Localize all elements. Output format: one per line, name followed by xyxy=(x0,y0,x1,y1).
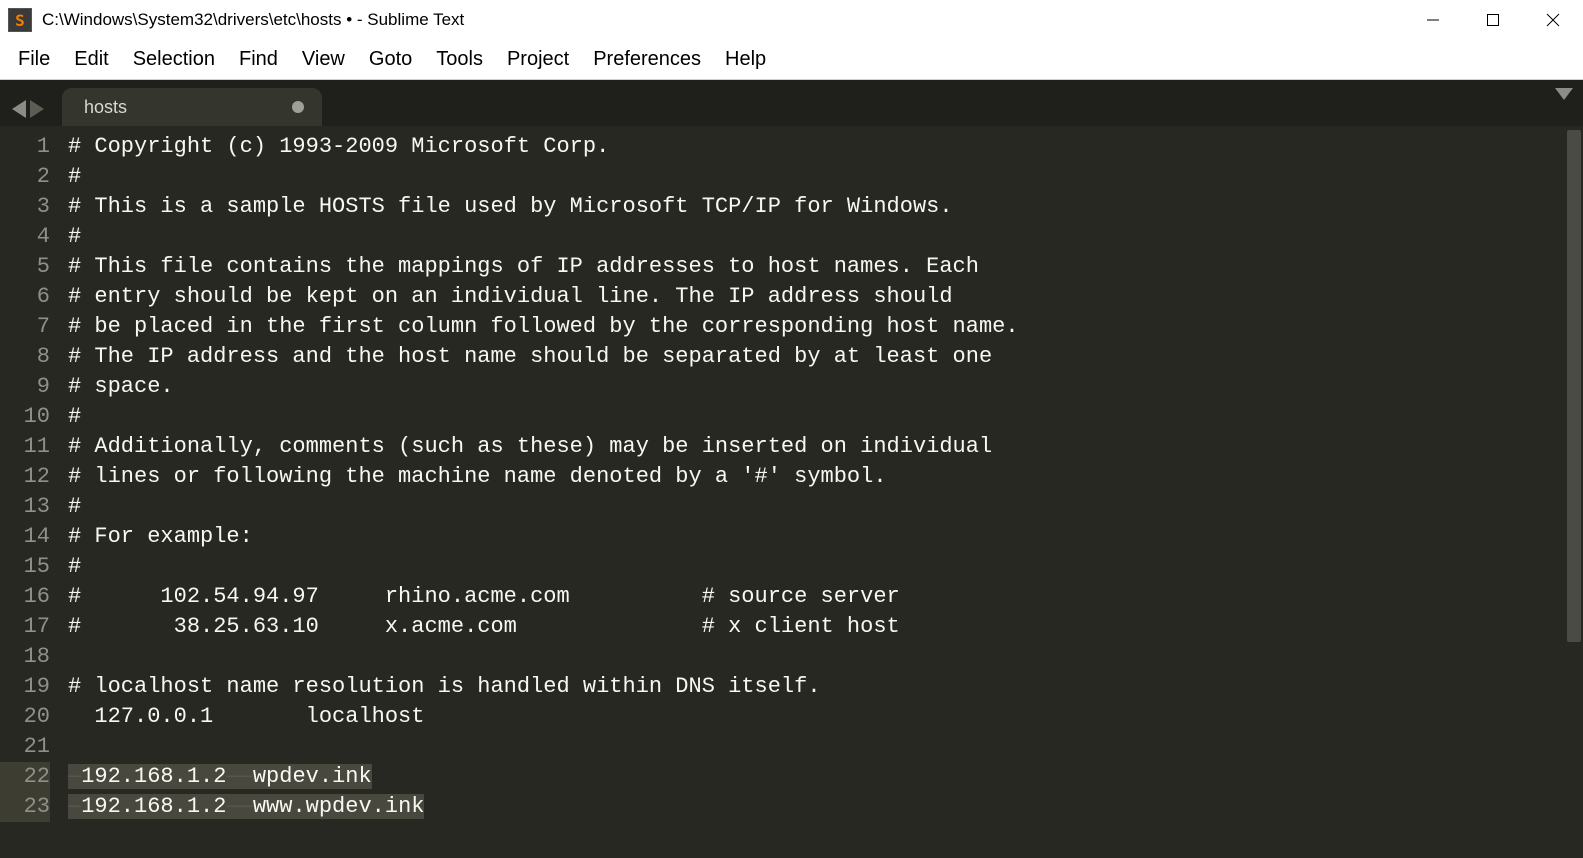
line-number: 7 xyxy=(0,312,50,342)
menu-item-find[interactable]: Find xyxy=(227,44,290,75)
close-button[interactable] xyxy=(1523,0,1583,40)
code-line[interactable]: # The IP address and the host name shoul… xyxy=(68,342,1583,372)
line-number: 16 xyxy=(0,582,50,612)
menu-bar: FileEditSelectionFindViewGotoToolsProjec… xyxy=(0,40,1583,80)
vertical-scrollbar[interactable] xyxy=(1565,126,1583,858)
app-icon: S xyxy=(8,8,32,32)
code-line[interactable]: # This file contains the mappings of IP … xyxy=(68,252,1583,282)
tab-nav-arrows xyxy=(6,100,54,126)
code-line[interactable]: # Copyright (c) 1993-2009 Microsoft Corp… xyxy=(68,132,1583,162)
menu-item-goto[interactable]: Goto xyxy=(357,44,424,75)
line-number: 13 xyxy=(0,492,50,522)
code-line[interactable]: # Additionally, comments (such as these)… xyxy=(68,432,1583,462)
code-line[interactable]: # xyxy=(68,552,1583,582)
tab-overflow-icon[interactable] xyxy=(1555,88,1573,100)
code-line[interactable]: # xyxy=(68,402,1583,432)
line-number: 2 xyxy=(0,162,50,192)
code-line[interactable]: # This is a sample HOSTS file used by Mi… xyxy=(68,192,1583,222)
code-line[interactable]: # space. xyxy=(68,372,1583,402)
maximize-button[interactable] xyxy=(1463,0,1523,40)
line-number: 8 xyxy=(0,342,50,372)
line-number: 17 xyxy=(0,612,50,642)
line-number: 23 xyxy=(0,792,50,822)
line-number: 14 xyxy=(0,522,50,552)
minimize-button[interactable] xyxy=(1403,0,1463,40)
line-number: 18 xyxy=(0,642,50,672)
code-area[interactable]: # Copyright (c) 1993-2009 Microsoft Corp… xyxy=(64,126,1583,858)
line-number: 11 xyxy=(0,432,50,462)
menu-item-tools[interactable]: Tools xyxy=(424,44,495,75)
menu-item-view[interactable]: View xyxy=(290,44,357,75)
tab-nav-next-icon[interactable] xyxy=(30,100,44,118)
code-line[interactable]: # xyxy=(68,492,1583,522)
line-number: 20 xyxy=(0,702,50,732)
window-title: C:\Windows\System32\drivers\etc\hosts • … xyxy=(42,10,464,30)
tab-label: hosts xyxy=(84,97,127,118)
code-line[interactable]: # xyxy=(68,222,1583,252)
code-line[interactable]: # 38.25.63.10 x.acme.com # x client host xyxy=(68,612,1583,642)
window-controls xyxy=(1403,0,1583,40)
menu-item-selection[interactable]: Selection xyxy=(121,44,227,75)
code-line[interactable] xyxy=(68,642,1583,672)
line-number: 19 xyxy=(0,672,50,702)
line-number: 22 xyxy=(0,762,50,792)
tab-strip: hosts xyxy=(0,80,1583,126)
line-number: 5 xyxy=(0,252,50,282)
editor-chrome: hosts 1234567891011121314151617181920212… xyxy=(0,80,1583,858)
code-line[interactable]: # entry should be kept on an individual … xyxy=(68,282,1583,312)
code-line[interactable]: 127.0.0.1 localhost xyxy=(68,702,1583,732)
line-number: 15 xyxy=(0,552,50,582)
code-editor[interactable]: 1234567891011121314151617181920212223 # … xyxy=(0,126,1583,858)
scrollbar-thumb[interactable] xyxy=(1567,130,1581,642)
line-number: 10 xyxy=(0,402,50,432)
tab-hosts[interactable]: hosts xyxy=(62,88,322,126)
code-line[interactable]: ―192.168.1.2――www.wpdev.ink xyxy=(68,792,1583,822)
code-line[interactable]: # be placed in the first column followed… xyxy=(68,312,1583,342)
line-number: 12 xyxy=(0,462,50,492)
code-line[interactable]: # lines or following the machine name de… xyxy=(68,462,1583,492)
code-line[interactable] xyxy=(68,732,1583,762)
menu-item-preferences[interactable]: Preferences xyxy=(581,44,713,75)
code-line[interactable]: # xyxy=(68,162,1583,192)
code-line[interactable]: # For example: xyxy=(68,522,1583,552)
window-titlebar: S C:\Windows\System32\drivers\etc\hosts … xyxy=(0,0,1583,40)
line-number: 9 xyxy=(0,372,50,402)
line-number: 21 xyxy=(0,732,50,762)
line-number: 1 xyxy=(0,132,50,162)
menu-item-project[interactable]: Project xyxy=(495,44,581,75)
code-line[interactable]: # 102.54.94.97 rhino.acme.com # source s… xyxy=(68,582,1583,612)
menu-item-help[interactable]: Help xyxy=(713,44,778,75)
menu-item-edit[interactable]: Edit xyxy=(62,44,120,75)
code-line[interactable]: ―192.168.1.2――wpdev.ink xyxy=(68,762,1583,792)
tab-nav-prev-icon[interactable] xyxy=(12,100,26,118)
code-line[interactable]: # localhost name resolution is handled w… xyxy=(68,672,1583,702)
menu-item-file[interactable]: File xyxy=(6,44,62,75)
line-number: 6 xyxy=(0,282,50,312)
line-number: 3 xyxy=(0,192,50,222)
line-number-gutter: 1234567891011121314151617181920212223 xyxy=(0,126,64,858)
tab-dirty-indicator-icon xyxy=(292,101,304,113)
line-number: 4 xyxy=(0,222,50,252)
